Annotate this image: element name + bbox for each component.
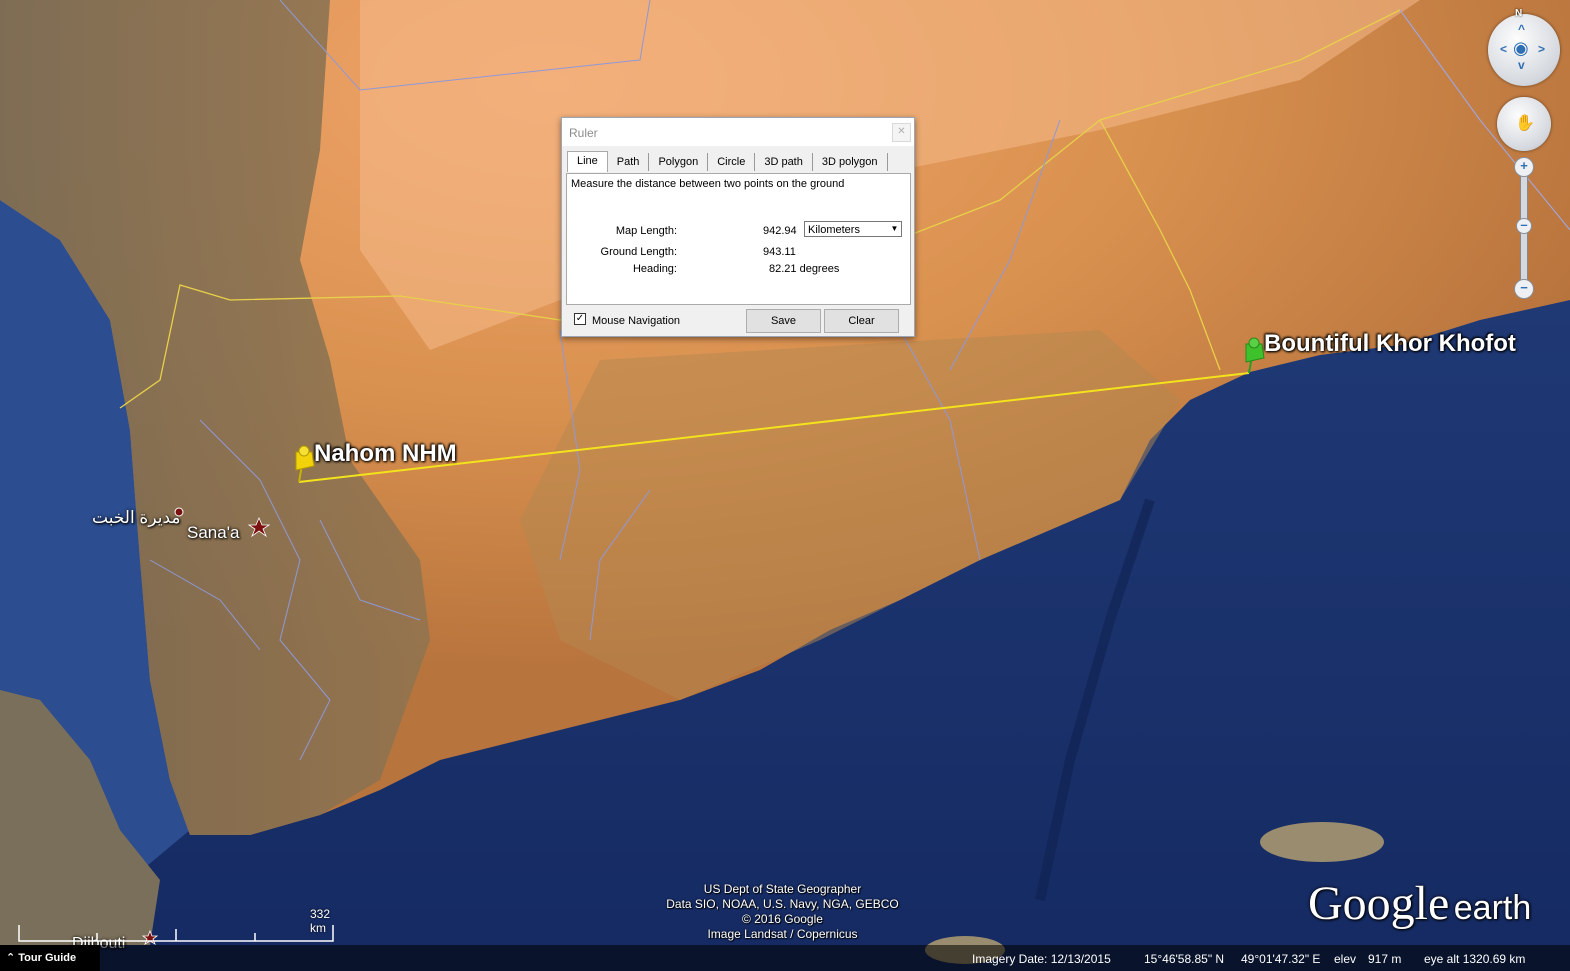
elevation-value: 917 m (1368, 952, 1402, 966)
ground-length-value: 943.11 (763, 246, 796, 258)
tour-guide-button[interactable]: ⌃ Tour Guide (0, 945, 100, 971)
scale-label: 332 km (310, 907, 331, 935)
longitude: 49°01'47.32" E (1241, 952, 1321, 966)
heading-value: 82.21 degrees (769, 263, 840, 275)
ruler-title: Ruler (569, 126, 598, 140)
look-down-icon[interactable]: v (1518, 58, 1525, 72)
ground-length-label: Ground Length: (600, 246, 677, 258)
ruler-titlebar[interactable]: Ruler ✕ (562, 118, 914, 146)
place-label-khabt: مديرة الخبت (92, 508, 181, 527)
attribution: US Dept of State Geographer Data SIO, NO… (650, 882, 915, 942)
zoom-out-button[interactable]: − (1514, 279, 1534, 299)
tab-line[interactable]: Line (567, 151, 608, 172)
google-earth-logo: Google earth (1308, 876, 1531, 931)
look-up-icon[interactable]: ^ (1518, 22, 1525, 36)
logo-earth: earth (1453, 889, 1532, 927)
placemark-label-nahom[interactable]: Nahom NHM (314, 440, 457, 468)
attribution-line: US Dept of State Geographer (703, 882, 862, 896)
status-bar: Imagery Date: 12/13/2015 15°46'58.85" N … (0, 945, 1570, 971)
tab-3d-polygon[interactable]: 3D polygon (813, 153, 888, 171)
close-icon[interactable]: ✕ (892, 123, 911, 142)
heading-label: Heading: (632, 263, 677, 275)
zoom-in-button[interactable]: + (1514, 157, 1534, 177)
ruler-description: Measure the distance between two points … (571, 178, 845, 190)
placemark-label-khor-khofot[interactable]: Bountiful Khor Khofot (1264, 330, 1516, 358)
tab-3d-path[interactable]: 3D path (755, 153, 813, 171)
socotra-island (1260, 822, 1384, 862)
clear-button[interactable]: Clear (824, 309, 899, 333)
chevron-down-icon: ▼ (890, 224, 899, 233)
scale-bar: 332 km (18, 907, 334, 942)
logo-google: Google (1308, 877, 1450, 930)
place-label-sanaa: Sana'a (187, 523, 240, 542)
eye-icon: ◉ (1513, 38, 1529, 58)
tour-guide-label: Tour Guide (18, 952, 77, 964)
elevation-label: elev (1334, 952, 1357, 966)
imagery-date: Imagery Date: 12/13/2015 (972, 952, 1111, 966)
map-length-label: Map Length: (615, 225, 677, 237)
map-length-value: 942.94 (763, 225, 797, 237)
mouse-navigation-label: Mouse Navigation (592, 315, 681, 327)
units-select[interactable]: Kilometers ▼ (804, 221, 902, 237)
tab-path[interactable]: Path (608, 153, 650, 171)
attribution-line: © 2016 Google (742, 912, 823, 926)
zoom-slider-thumb[interactable]: – (1516, 218, 1532, 234)
save-button[interactable]: Save (746, 309, 821, 333)
tab-polygon[interactable]: Polygon (649, 153, 709, 171)
units-selected: Kilometers (808, 224, 860, 236)
attribution-line: Data SIO, NOAA, U.S. Navy, NGA, GEBCO (666, 897, 899, 911)
eye-altitude: eye alt 1320.69 km (1424, 952, 1526, 966)
north-indicator[interactable]: N (1515, 8, 1522, 19)
ruler-panel: Measure the distance between two points … (566, 173, 911, 305)
look-left-icon[interactable]: < (1500, 42, 1507, 56)
look-right-icon[interactable]: > (1538, 42, 1545, 56)
tab-circle[interactable]: Circle (708, 153, 756, 171)
mouse-navigation-checkbox[interactable]: ✓ (574, 313, 586, 325)
chevron-up-icon: ⌃ (6, 952, 16, 964)
ruler-dialog: Ruler ✕ Line Path Polygon Circle 3D path… (561, 117, 915, 337)
hand-icon: ✋ (1515, 115, 1535, 132)
ruler-tabs: Line Path Polygon Circle 3D path 3D poly… (567, 151, 888, 173)
attribution-line: Image Landsat / Copernicus (707, 927, 858, 941)
latitude: 15°46'58.85" N (1144, 952, 1225, 966)
